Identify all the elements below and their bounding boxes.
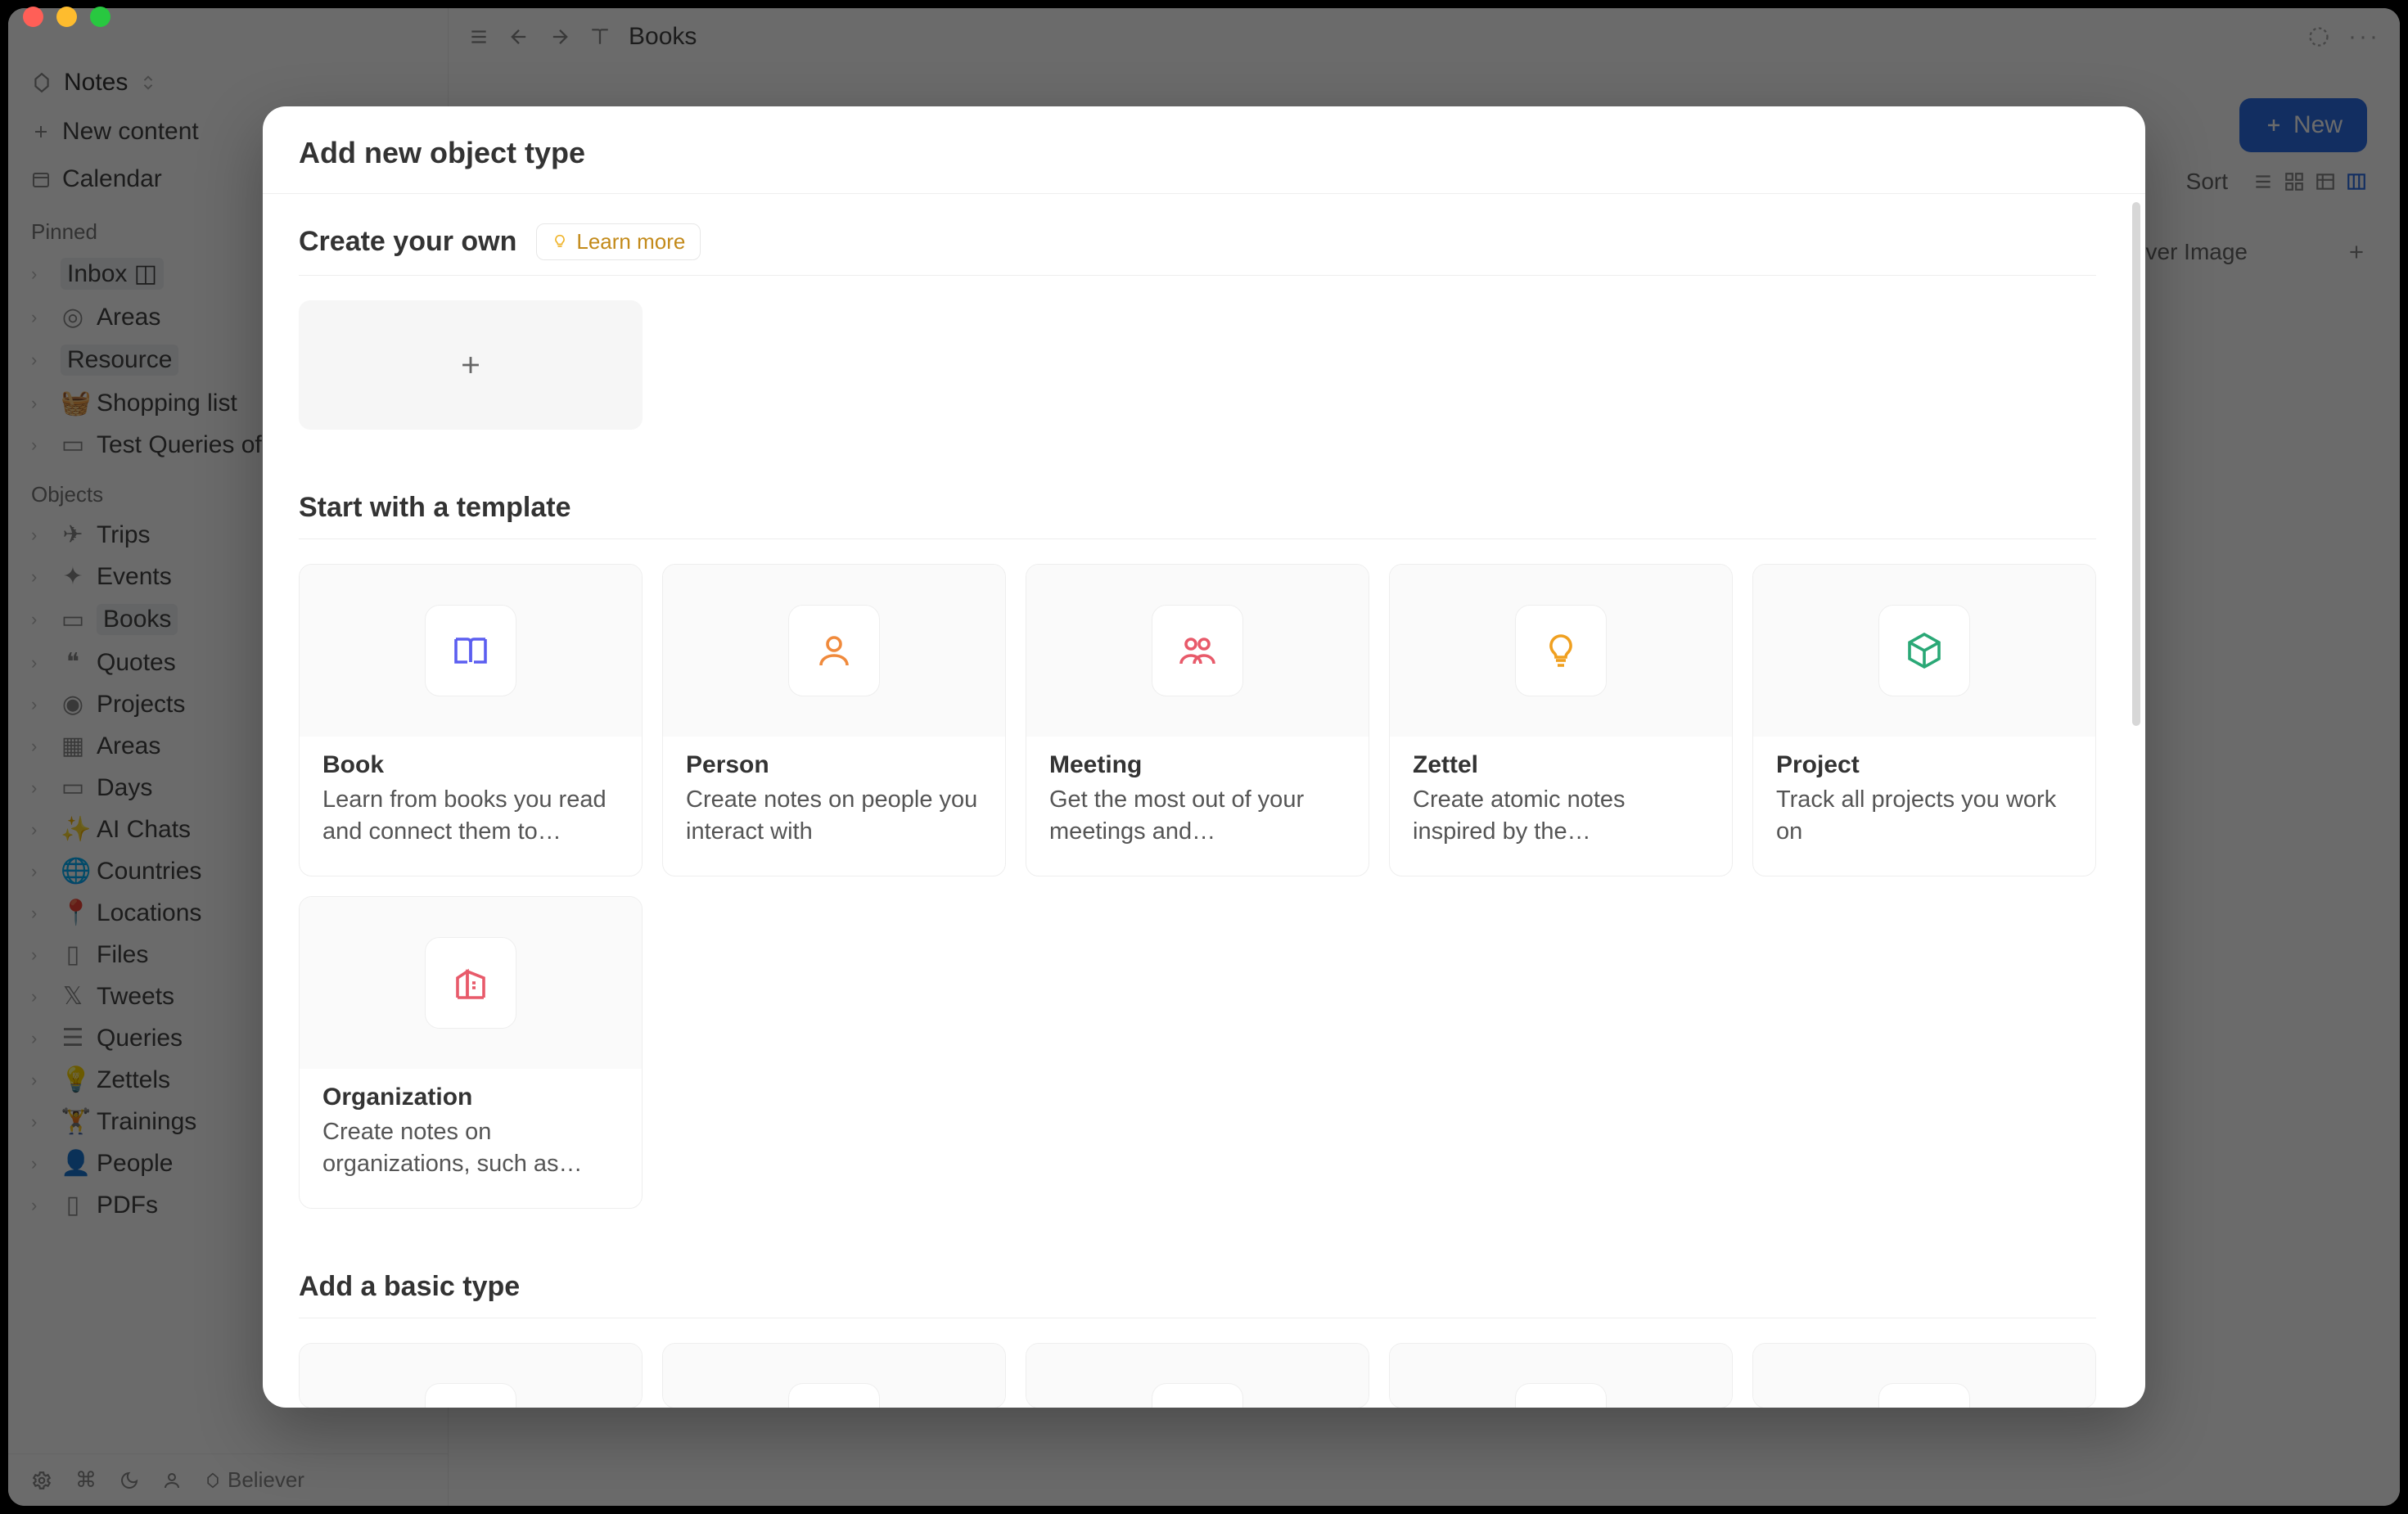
- template-meeting[interactable]: Meeting Get the most out of your meeting…: [1026, 564, 1369, 876]
- window-titlebar: [0, 0, 110, 33]
- template-desc: Create atomic notes inspired by the…: [1413, 784, 1709, 848]
- template-desc: Create notes on organizations, such as…: [322, 1116, 619, 1180]
- learn-more-label: Learn more: [576, 229, 685, 255]
- scrollbar-thumb[interactable]: [2132, 202, 2140, 726]
- maximize-window-button[interactable]: [90, 7, 110, 27]
- lightbulb-icon: [552, 234, 568, 250]
- basic-type-grid: [299, 1318, 2096, 1408]
- template-grid: Book Learn from books you read and conne…: [299, 539, 2096, 1217]
- create-blank-type-button[interactable]: [299, 300, 643, 430]
- modal-body: Create your own Learn more Start with a …: [263, 194, 2145, 1408]
- templates-heading: Start with a template: [299, 492, 571, 524]
- template-title: Zettel: [1413, 751, 1709, 779]
- minimize-window-button[interactable]: [56, 7, 77, 27]
- meeting-icon: [1178, 631, 1217, 670]
- cube-icon: [1905, 631, 1944, 670]
- template-desc: Get the most out of your meetings and…: [1049, 784, 1346, 848]
- template-title: Meeting: [1049, 751, 1346, 779]
- template-title: Organization: [322, 1084, 619, 1111]
- template-desc: Track all projects you work on: [1776, 784, 2072, 848]
- template-zettel[interactable]: Zettel Create atomic notes inspired by t…: [1389, 564, 1733, 876]
- basic-type-card[interactable]: [1389, 1343, 1733, 1408]
- plus-icon: [457, 351, 485, 379]
- basic-type-card[interactable]: [662, 1343, 1006, 1408]
- template-title: Person: [686, 751, 982, 779]
- book-icon: [451, 631, 490, 670]
- basic-type-card[interactable]: [1752, 1343, 2096, 1408]
- modal-title: Add new object type: [263, 106, 2145, 194]
- template-title: Book: [322, 751, 619, 779]
- template-organization[interactable]: Organization Create notes on organizatio…: [299, 896, 643, 1209]
- building-icon: [451, 963, 490, 1003]
- basic-heading: Add a basic type: [299, 1271, 520, 1303]
- template-desc: Create notes on people you interact with: [686, 784, 982, 848]
- template-person[interactable]: Person Create notes on people you intera…: [662, 564, 1006, 876]
- template-title: Project: [1776, 751, 2072, 779]
- lightbulb-icon: [1541, 631, 1581, 670]
- learn-more-button[interactable]: Learn more: [536, 223, 701, 260]
- template-book[interactable]: Book Learn from books you read and conne…: [299, 564, 643, 876]
- template-desc: Learn from books you read and connect th…: [322, 784, 619, 848]
- basic-type-card[interactable]: [1026, 1343, 1369, 1408]
- person-icon: [814, 631, 854, 670]
- close-window-button[interactable]: [23, 7, 43, 27]
- template-project[interactable]: Project Track all projects you work on: [1752, 564, 2096, 876]
- basic-type-card[interactable]: [299, 1343, 643, 1408]
- create-own-heading: Create your own: [299, 226, 516, 258]
- add-object-type-modal: Add new object type Create your own Lear…: [263, 106, 2145, 1408]
